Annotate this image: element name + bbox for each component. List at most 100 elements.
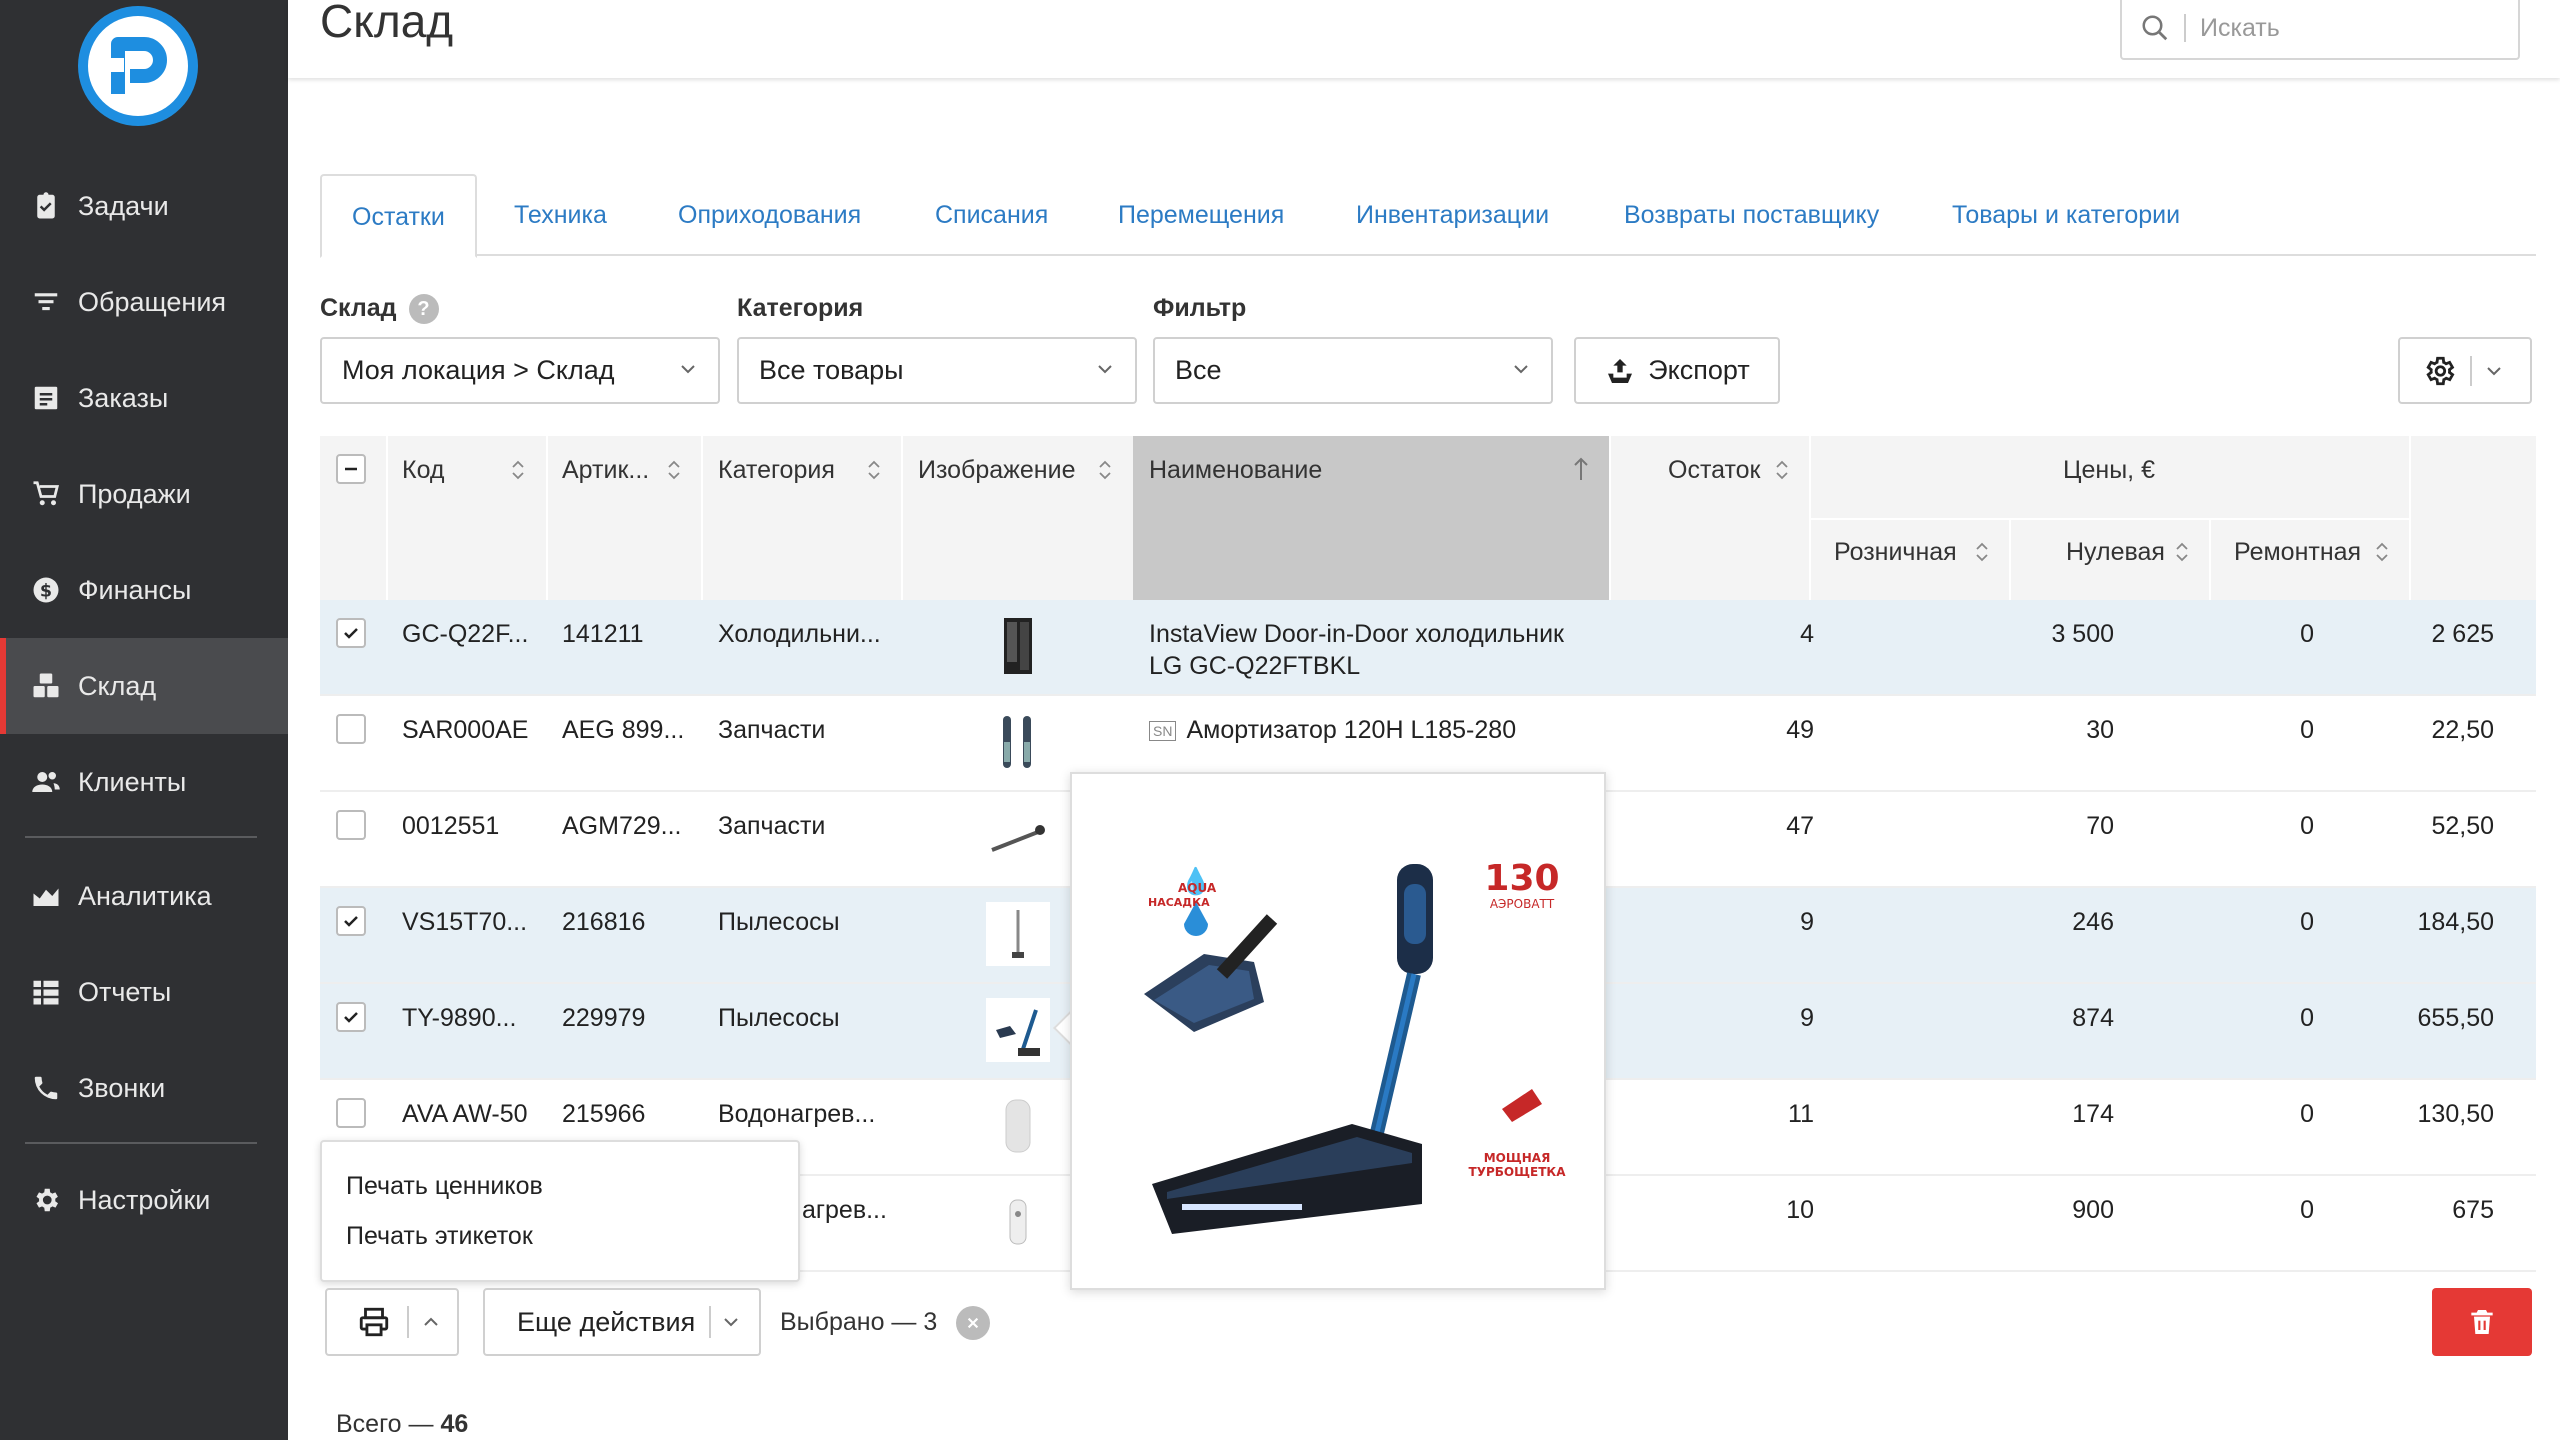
sidebar: Задачи Обращения Заказы Продажи $ Финанс… — [0, 0, 288, 1440]
menu-item-print-labels[interactable]: Печать этикеток — [346, 1222, 533, 1251]
checkmark-icon — [344, 1012, 358, 1023]
sort-icon[interactable] — [510, 458, 526, 482]
tab-stock[interactable]: Остатки — [320, 174, 477, 258]
sidebar-item-settings[interactable]: Настройки — [0, 1152, 288, 1248]
sidebar-item-tasks[interactable]: Задачи — [0, 158, 288, 254]
warehouse-select[interactable]: Моя локация > Склад — [320, 337, 720, 404]
sort-icon[interactable] — [666, 458, 682, 482]
tab-products-categories[interactable]: Товары и категории — [1952, 174, 2180, 256]
total-count: Всего — 46 — [336, 1410, 469, 1438]
row-checkbox[interactable] — [336, 906, 366, 936]
more-actions-button[interactable]: Еще действия — [483, 1288, 761, 1356]
product-thumbnail[interactable] — [986, 1190, 1050, 1254]
table-row[interactable]: GC-Q22F... 141211 Холодильни... InstaVie… — [320, 600, 2536, 696]
cell-code: SAR000AE — [402, 716, 529, 744]
sort-icon[interactable] — [1974, 540, 1990, 564]
sort-icon[interactable] — [2174, 540, 2190, 564]
sort-icon[interactable] — [2374, 540, 2390, 564]
serial-number-badge: SN — [1149, 721, 1177, 742]
tab-supplier-returns[interactable]: Возвраты поставщику — [1624, 174, 1879, 256]
svg-text:НАСАДКА: НАСАДКА — [1148, 896, 1210, 909]
category-select[interactable]: Все товары — [737, 337, 1137, 404]
sidebar-item-reports[interactable]: Отчеты — [0, 944, 288, 1040]
row-checkbox[interactable] — [336, 810, 366, 840]
cell-stock: 49 — [1786, 716, 1814, 744]
sort-icon[interactable] — [1774, 458, 1790, 482]
tab-inventory[interactable]: Инвентаризации — [1356, 174, 1549, 256]
header-image[interactable]: Изображение — [918, 452, 1075, 488]
checkmark-icon — [344, 628, 358, 639]
header-stock[interactable]: Остаток — [1668, 452, 1760, 488]
row-checkbox[interactable] — [336, 714, 366, 744]
tab-transfers[interactable]: Перемещения — [1118, 174, 1284, 256]
sort-ascending-icon[interactable] — [1572, 456, 1590, 482]
sidebar-item-label: Отчеты — [78, 976, 172, 1007]
category-select-value: Все товары — [759, 355, 904, 385]
cell-name-line2: LG GC-Q22FTBKL — [1149, 652, 1361, 680]
search-separator — [2184, 14, 2186, 42]
table-settings-button[interactable] — [2398, 337, 2532, 404]
more-actions-label: Еще действия — [517, 1306, 696, 1337]
sort-icon[interactable] — [866, 458, 882, 482]
product-thumbnail[interactable] — [986, 998, 1050, 1062]
cell-retail: 70 — [2086, 812, 2114, 840]
delete-button[interactable] — [2432, 1288, 2532, 1356]
header-repair[interactable]: Ремонтная — [2234, 534, 2361, 570]
search-input[interactable] — [2200, 13, 2480, 43]
product-thumbnail[interactable] — [986, 614, 1050, 678]
header-retail[interactable]: Розничная — [1834, 534, 1957, 570]
sidebar-item-requests[interactable]: Обращения — [0, 254, 288, 350]
menu-item-print-price-tags[interactable]: Печать ценников — [346, 1172, 543, 1201]
chevron-down-icon — [1098, 365, 1112, 374]
sidebar-item-finance[interactable]: $ Финансы — [0, 542, 288, 638]
product-image-preview: 💧 AQUA НАСАДКА 130 АЭРОВАТТ МОЩНАЯ ТУРБО… — [1070, 772, 1606, 1290]
help-icon[interactable]: ? — [408, 294, 439, 325]
row-checkbox[interactable] — [336, 1002, 366, 1032]
row-checkbox[interactable] — [336, 1098, 366, 1128]
column-separator — [386, 436, 388, 600]
tab-equipment[interactable]: Техника — [514, 174, 607, 256]
product-thumbnail[interactable] — [986, 1094, 1050, 1158]
cell-name[interactable]: InstaView Door-in-Door холодильник — [1149, 620, 1564, 649]
svg-text:130: 130 — [1484, 858, 1559, 899]
cell-code: GC-Q22F... — [402, 620, 529, 648]
product-thumbnail[interactable] — [986, 806, 1050, 870]
header-name[interactable]: Наименование — [1149, 452, 1322, 488]
sidebar-item-label: Настройки — [78, 1184, 211, 1215]
filter-select[interactable]: Все — [1153, 337, 1553, 404]
sidebar-item-label: Аналитика — [78, 880, 212, 911]
header-code[interactable]: Код — [402, 452, 445, 488]
sort-icon[interactable] — [1097, 458, 1113, 482]
cell-category: Водонагрев... — [718, 1100, 876, 1128]
cell-category: Пылесосы — [718, 1004, 840, 1032]
svg-text:AQUA: AQUA — [1178, 881, 1217, 895]
sidebar-item-label: Звонки — [78, 1072, 166, 1103]
tab-writeoffs[interactable]: Списания — [935, 174, 1048, 256]
boxes-icon — [28, 668, 64, 704]
search-box[interactable] — [2120, 0, 2520, 60]
header-article[interactable]: Артик... — [562, 452, 649, 488]
product-thumbnail[interactable] — [986, 710, 1050, 774]
header-category[interactable]: Категория — [718, 452, 835, 488]
export-icon — [1608, 358, 1633, 383]
sidebar-item-warehouse[interactable]: Склад — [0, 638, 288, 734]
printer-icon — [359, 1307, 389, 1337]
selected-count: Выбрано — 3 — [780, 1308, 938, 1336]
sidebar-item-sales[interactable]: Продажи — [0, 446, 288, 542]
sidebar-item-clients[interactable]: Клиенты — [0, 734, 288, 830]
sidebar-item-orders[interactable]: Заказы — [0, 350, 288, 446]
sidebar-item-calls[interactable]: Звонки — [0, 1040, 288, 1136]
print-button[interactable] — [325, 1288, 459, 1356]
product-thumbnail[interactable] — [986, 902, 1050, 966]
select-all-checkbox[interactable] — [336, 454, 366, 484]
sidebar-item-analytics[interactable]: Аналитика — [0, 848, 288, 944]
cell-name[interactable]: SN Амортизатор 120H L185-280 — [1149, 716, 1516, 745]
app-logo[interactable] — [78, 6, 198, 126]
export-button[interactable]: Экспорт — [1574, 337, 1780, 404]
cell-code: VS15T70... — [402, 908, 528, 936]
clear-selection-button[interactable] — [956, 1306, 990, 1340]
tab-receipts[interactable]: Оприходования — [678, 174, 861, 256]
header-zero[interactable]: Нулевая — [2066, 534, 2165, 570]
row-checkbox[interactable] — [336, 618, 366, 648]
cell-stock: 10 — [1786, 1196, 1814, 1224]
